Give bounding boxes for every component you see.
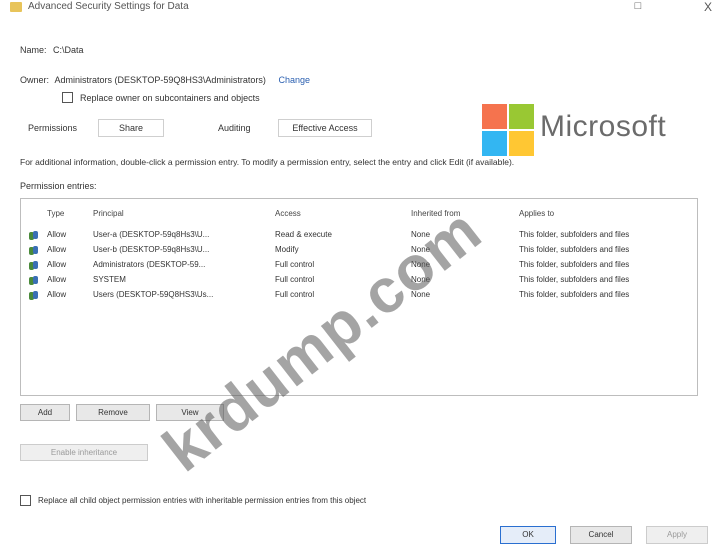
owner-row: Owner: Administrators (DESKTOP-59Q8HS3\A… — [20, 75, 310, 85]
maximize-button[interactable]: □ — [630, 0, 646, 16]
row-applies: This folder, subfolders and files — [519, 260, 630, 269]
apply-button[interactable]: Apply — [646, 526, 708, 544]
tab-effective-access[interactable]: Effective Access — [278, 119, 372, 137]
owner-label: Owner: — [20, 75, 50, 85]
add-button[interactable]: Add — [20, 404, 70, 421]
row-type: Allow — [47, 230, 67, 239]
folder-icon — [10, 2, 22, 12]
col-header-applies-to[interactable]: Applies to — [519, 209, 554, 218]
row-applies: This folder, subfolders and files — [519, 275, 630, 284]
row-type: Allow — [47, 290, 67, 299]
microsoft-logo-text: Microsoft — [540, 110, 667, 143]
microsoft-logo-icon — [482, 104, 534, 156]
window-title: Advanced Security Settings for Data — [28, 1, 189, 12]
change-owner-link[interactable]: Change — [278, 75, 310, 85]
ok-button[interactable]: OK — [500, 526, 556, 544]
info-text: For additional information, double-click… — [20, 157, 515, 167]
row-access: Modify — [275, 245, 299, 254]
name-row: Name: C:\Data — [20, 45, 84, 55]
row-access: Full control — [275, 260, 315, 269]
row-type: Allow — [47, 275, 67, 284]
user-group-icon — [29, 261, 39, 270]
table-row[interactable]: Allow User-a (DESKTOP-59q8Hs3\U... Read … — [21, 230, 697, 243]
user-group-icon — [29, 291, 39, 300]
col-header-type[interactable]: Type — [47, 209, 64, 218]
replace-owner-checkbox[interactable] — [62, 92, 73, 103]
row-principal: User-b (DESKTOP-59q8Hs3\U... — [93, 245, 210, 254]
row-applies: This folder, subfolders and files — [519, 230, 630, 239]
close-button[interactable]: X — [700, 0, 716, 16]
owner-value: Administrators (DESKTOP-59Q8HS3\Administ… — [54, 75, 266, 85]
remove-button[interactable]: Remove — [76, 404, 150, 421]
tab-share[interactable]: Share — [98, 119, 164, 137]
tab-auditing[interactable]: Auditing — [206, 120, 263, 136]
col-header-access[interactable]: Access — [275, 209, 301, 218]
permission-entries-label: Permission entries: — [20, 181, 97, 191]
name-value: C:\Data — [53, 45, 84, 55]
row-type: Allow — [47, 245, 67, 254]
replace-owner-label: Replace owner on subcontainers and objec… — [80, 93, 260, 103]
replace-child-permissions-checkbox[interactable] — [20, 495, 31, 506]
row-access: Full control — [275, 275, 315, 284]
replace-child-permissions-label: Replace all child object permission entr… — [38, 496, 367, 505]
row-access: Read & execute — [275, 230, 332, 239]
row-principal: User-a (DESKTOP-59q8Hs3\U... — [93, 230, 210, 239]
table-row[interactable]: Allow User-b (DESKTOP-59q8Hs3\U... Modif… — [21, 245, 697, 258]
row-applies: This folder, subfolders and files — [519, 245, 630, 254]
name-label: Name: — [20, 45, 47, 55]
tab-permissions[interactable]: Permissions — [16, 120, 90, 136]
cancel-button[interactable]: Cancel — [570, 526, 632, 544]
row-access: Full control — [275, 290, 315, 299]
col-header-principal[interactable]: Principal — [93, 209, 124, 218]
row-type: Allow — [47, 260, 67, 269]
user-group-icon — [29, 231, 39, 240]
row-principal: SYSTEM — [93, 275, 126, 284]
enable-inheritance-button[interactable]: Enable inheritance — [20, 444, 148, 461]
title-bar: Advanced Security Settings for Data □ X — [0, 0, 716, 22]
user-group-icon — [29, 246, 39, 255]
row-principal: Administrators (DESKTOP-59... — [93, 260, 206, 269]
row-applies: This folder, subfolders and files — [519, 290, 630, 299]
row-principal: Users (DESKTOP-59Q8HS3\Us... — [93, 290, 214, 299]
user-group-icon — [29, 276, 39, 285]
